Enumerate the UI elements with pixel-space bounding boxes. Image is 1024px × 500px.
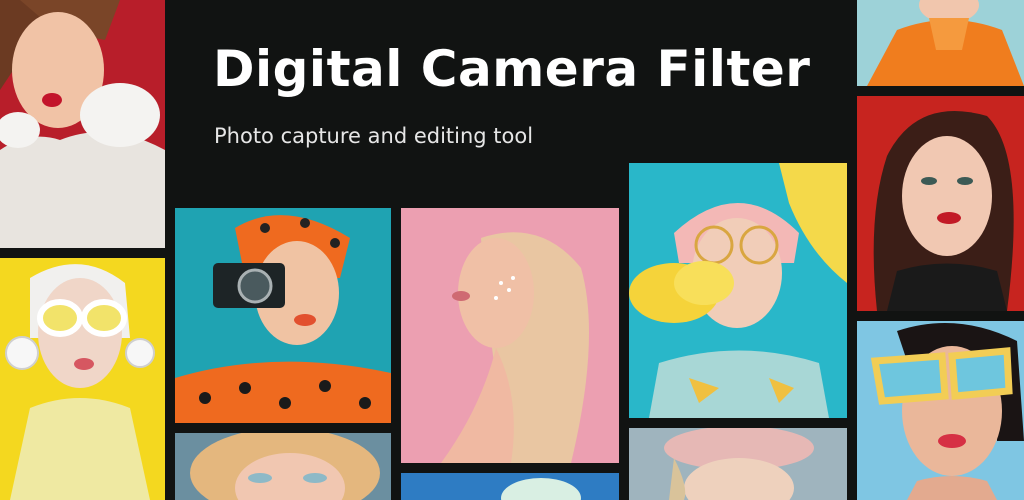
photo-woman-polka-dot-camera	[175, 208, 391, 423]
photo-woman-brown-hair-red	[857, 96, 1024, 311]
photo-woman-blowing-kiss	[0, 0, 165, 248]
photo-blue-bottom	[401, 473, 619, 500]
photo-curly-hair-woman-bottom	[175, 433, 391, 500]
photo-woman-pink-hair-yellow-smoke	[629, 163, 847, 418]
banner-title: Digital Camera Filter	[213, 40, 811, 98]
photo-blonde-woman-glitter	[401, 208, 619, 463]
banner-subtitle: Photo capture and editing tool	[214, 124, 534, 148]
photo-woman-orange-jacket	[857, 0, 1024, 86]
photo-woman-white-headphones	[0, 258, 165, 500]
photo-woman-pink-beret	[629, 428, 847, 500]
photo-woman-yellow-sunglasses	[857, 321, 1024, 500]
